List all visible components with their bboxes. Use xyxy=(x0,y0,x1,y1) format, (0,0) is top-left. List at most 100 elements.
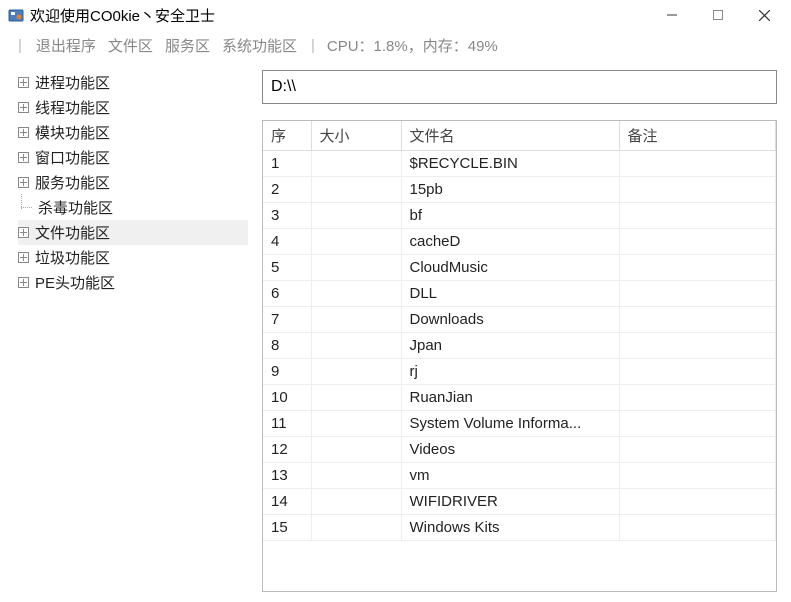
system-stats: CPU：1.8%，内存：49% xyxy=(327,35,498,56)
expand-icon[interactable] xyxy=(18,127,29,138)
table-row[interactable]: 7 Downloads xyxy=(263,307,776,333)
cell-note xyxy=(619,437,776,463)
cell-note xyxy=(619,463,776,489)
cell-name: cacheD xyxy=(401,229,619,255)
tree-item[interactable]: PE头功能区 xyxy=(18,270,248,295)
maximize-button[interactable] xyxy=(695,0,741,30)
tree-branch-icon[interactable] xyxy=(18,202,32,213)
menu-separator: | xyxy=(18,37,22,54)
cell-name: $RECYCLE.BIN xyxy=(401,151,619,177)
cell-size xyxy=(311,177,401,203)
table-row[interactable]: 13 vm xyxy=(263,463,776,489)
cell-size xyxy=(311,255,401,281)
table-row[interactable]: 9rj xyxy=(263,359,776,385)
expand-icon[interactable] xyxy=(18,227,29,238)
cell-seq: 13 xyxy=(263,463,311,489)
cell-note xyxy=(619,151,776,177)
cell-seq: 3 xyxy=(263,203,311,229)
cell-seq: 9 xyxy=(263,359,311,385)
col-seq-header[interactable]: 序 xyxy=(263,121,311,151)
tree-item-label: PE头功能区 xyxy=(35,272,115,293)
cell-note xyxy=(619,307,776,333)
cell-size xyxy=(311,463,401,489)
cell-note xyxy=(619,281,776,307)
expand-icon[interactable] xyxy=(18,77,29,88)
table-row[interactable]: 6 DLL xyxy=(263,281,776,307)
cell-seq: 4 xyxy=(263,229,311,255)
expand-icon[interactable] xyxy=(18,152,29,163)
cell-note xyxy=(619,515,776,541)
cell-size xyxy=(311,229,401,255)
table-row[interactable]: 15 Windows Kits xyxy=(263,515,776,541)
cell-name: Videos xyxy=(401,437,619,463)
expand-icon[interactable] xyxy=(18,277,29,288)
table-row[interactable]: 215pb xyxy=(263,177,776,203)
cell-name: Downloads xyxy=(401,307,619,333)
path-input[interactable] xyxy=(262,70,777,104)
cell-seq: 12 xyxy=(263,437,311,463)
file-table: 序 大小 文件名 备注 1 $RECYCLE.BIN215pb3 bf 4 cacheD… xyxy=(263,121,776,541)
col-name-header[interactable]: 文件名 xyxy=(401,121,619,151)
cell-seq: 7 xyxy=(263,307,311,333)
cell-size xyxy=(311,307,401,333)
table-row[interactable]: 11System Volume Informa... xyxy=(263,411,776,437)
tree-item[interactable]: 窗口功能区 xyxy=(18,145,248,170)
menubar: | 退出程序 文件区 服务区 系统功能区 | CPU：1.8%，内存：49% xyxy=(0,30,791,60)
menu-exit[interactable]: 退出程序 xyxy=(36,35,96,56)
cell-size xyxy=(311,151,401,177)
cell-seq: 15 xyxy=(263,515,311,541)
tree-item[interactable]: 服务功能区 xyxy=(18,170,248,195)
cell-name: WIFIDRIVER xyxy=(401,489,619,515)
expand-icon[interactable] xyxy=(18,252,29,263)
cell-note xyxy=(619,333,776,359)
cell-seq: 10 xyxy=(263,385,311,411)
col-note-header[interactable]: 备注 xyxy=(619,121,776,151)
cell-seq: 6 xyxy=(263,281,311,307)
table-row[interactable]: 14WIFIDRIVER xyxy=(263,489,776,515)
col-size-header[interactable]: 大小 xyxy=(311,121,401,151)
tree-item[interactable]: 模块功能区 xyxy=(18,120,248,145)
table-row[interactable]: 12 Videos xyxy=(263,437,776,463)
cell-name: DLL xyxy=(401,281,619,307)
table-row[interactable]: 4 cacheD xyxy=(263,229,776,255)
table-row[interactable]: 8Jpan xyxy=(263,333,776,359)
tree-item[interactable]: 杀毒功能区 xyxy=(18,195,248,220)
cell-note xyxy=(619,255,776,281)
cell-size xyxy=(311,281,401,307)
menu-system-area[interactable]: 系统功能区 xyxy=(222,35,297,56)
menu-separator: | xyxy=(311,37,315,54)
cell-note xyxy=(619,385,776,411)
main-panel: 序 大小 文件名 备注 1 $RECYCLE.BIN215pb3 bf 4 cacheD… xyxy=(262,70,777,592)
tree-item-label: 模块功能区 xyxy=(35,122,110,143)
cell-seq: 2 xyxy=(263,177,311,203)
tree-item-label: 垃圾功能区 xyxy=(35,247,110,268)
cell-note xyxy=(619,489,776,515)
cell-name: bf xyxy=(401,203,619,229)
tree-view: 进程功能区线程功能区模块功能区窗口功能区服务功能区杀毒功能区文件功能区垃圾功能区… xyxy=(18,70,248,295)
tree-item-label: 窗口功能区 xyxy=(35,147,110,168)
titlebar: 欢迎使用CO0kie丶安全卫士 xyxy=(0,0,791,30)
tree-item[interactable]: 线程功能区 xyxy=(18,95,248,120)
tree-item[interactable]: 垃圾功能区 xyxy=(18,245,248,270)
cell-note xyxy=(619,203,776,229)
tree-item[interactable]: 文件功能区 xyxy=(18,220,248,245)
window-title: 欢迎使用CO0kie丶安全卫士 xyxy=(30,5,649,26)
table-row[interactable]: 5CloudMusic xyxy=(263,255,776,281)
cell-name: System Volume Informa... xyxy=(401,411,619,437)
tree-item[interactable]: 进程功能区 xyxy=(18,70,248,95)
table-row[interactable]: 3 bf xyxy=(263,203,776,229)
cell-name: CloudMusic xyxy=(401,255,619,281)
menu-file-area[interactable]: 文件区 xyxy=(108,35,153,56)
table-row[interactable]: 1 $RECYCLE.BIN xyxy=(263,151,776,177)
cell-seq: 1 xyxy=(263,151,311,177)
expand-icon[interactable] xyxy=(18,102,29,113)
file-table-container: 序 大小 文件名 备注 1 $RECYCLE.BIN215pb3 bf 4 cacheD… xyxy=(262,120,777,592)
expand-icon[interactable] xyxy=(18,177,29,188)
minimize-button[interactable] xyxy=(649,0,695,30)
cell-size xyxy=(311,385,401,411)
table-row[interactable]: 10RuanJian xyxy=(263,385,776,411)
close-button[interactable] xyxy=(741,0,787,30)
cell-name: Windows Kits xyxy=(401,515,619,541)
menu-service-area[interactable]: 服务区 xyxy=(165,35,210,56)
cell-name: vm xyxy=(401,463,619,489)
